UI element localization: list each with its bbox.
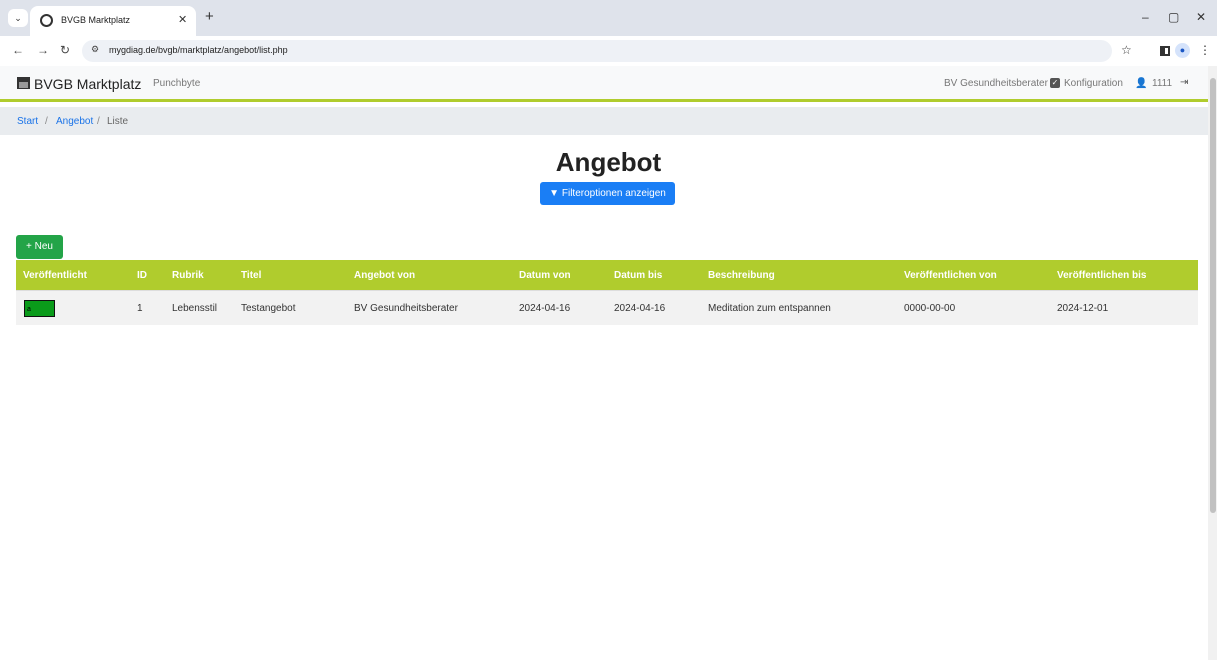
site-info-icon[interactable]: ⚙ bbox=[91, 44, 99, 55]
side-panel-icon[interactable] bbox=[1160, 46, 1170, 56]
scrollbar-thumb[interactable] bbox=[1210, 78, 1216, 513]
nav-punchbyte[interactable]: Punchbyte bbox=[153, 78, 200, 89]
user-icon: 👤 bbox=[1135, 78, 1148, 89]
offer-table: Veröffentlicht ID Rubrik Titel Angebot v… bbox=[16, 260, 1198, 325]
globe-icon bbox=[40, 14, 53, 27]
nav-user-org[interactable]: BV Gesundheitsberater bbox=[944, 78, 1048, 89]
cell-angebot-von: BV Gesundheitsberater bbox=[354, 303, 458, 314]
table-row[interactable]: a 1 Lebensstil Testangebot BV Gesundheit… bbox=[16, 290, 1198, 325]
cell-id: 1 bbox=[137, 303, 143, 314]
star-icon[interactable]: ☆ bbox=[1121, 43, 1132, 57]
column-header[interactable]: Angebot von bbox=[354, 270, 415, 281]
forward-icon[interactable]: → bbox=[37, 43, 49, 57]
column-header[interactable]: Datum bis bbox=[614, 270, 662, 281]
column-header[interactable]: Titel bbox=[241, 270, 261, 281]
tab-search-icon[interactable]: ⌄ bbox=[8, 9, 28, 27]
breadcrumb: Start / Angebot / Liste bbox=[0, 107, 1208, 135]
filter-icon: ▼ bbox=[549, 188, 560, 199]
check-square-icon: ✓ bbox=[1050, 78, 1060, 88]
app-navbar: BVGB Marktplatz Punchbyte BV Gesundheits… bbox=[0, 66, 1208, 102]
new-button-label: Neu bbox=[34, 241, 53, 252]
table-header: Veröffentlicht ID Rubrik Titel Angebot v… bbox=[16, 260, 1198, 290]
filter-options-button[interactable]: ▼ Filteroptionen anzeigen bbox=[540, 182, 675, 205]
url-input[interactable]: ⚙ mygdiag.de/bvgb/marktplatz/angebot/lis… bbox=[82, 40, 1112, 62]
calendar-icon bbox=[17, 77, 30, 89]
filter-button-label: Filteroptionen anzeigen bbox=[561, 188, 666, 199]
column-header[interactable]: Veröffentlicht bbox=[23, 270, 87, 281]
browser-tab-bar: ⌄ BVGB Marktplatz ✕ + – ▢ ✕ bbox=[0, 0, 1217, 36]
plus-icon[interactable]: + bbox=[205, 8, 214, 25]
cell-veroeffentlichen-von: 0000-00-00 bbox=[904, 303, 956, 314]
breadcrumb-current: Liste bbox=[107, 116, 129, 127]
column-header[interactable]: Veröffentlichen bis bbox=[1057, 270, 1146, 281]
profile-icon[interactable]: ● bbox=[1175, 43, 1190, 58]
column-header[interactable]: Veröffentlichen von bbox=[904, 270, 997, 281]
back-icon[interactable]: ← bbox=[12, 43, 24, 57]
cell-titel: Testangebot bbox=[241, 303, 296, 314]
new-button[interactable]: + Neu bbox=[16, 235, 63, 259]
plus-icon: + bbox=[26, 241, 32, 252]
logout-icon[interactable]: ⇥ bbox=[1180, 77, 1188, 88]
close-window-icon[interactable]: ✕ bbox=[1196, 10, 1206, 24]
breadcrumb-separator: / bbox=[45, 116, 48, 127]
address-bar: ← → ↻ ⚙ mygdiag.de/bvgb/marktplatz/angeb… bbox=[0, 36, 1217, 66]
minimize-icon[interactable]: – bbox=[1142, 10, 1149, 24]
reload-icon[interactable]: ↻ bbox=[60, 43, 70, 57]
breadcrumb-start[interactable]: Start bbox=[17, 116, 38, 127]
restore-icon[interactable]: ▢ bbox=[1168, 10, 1179, 24]
column-header[interactable]: Beschreibung bbox=[708, 270, 775, 281]
breadcrumb-separator: / bbox=[97, 116, 100, 127]
breadcrumb-angebot[interactable]: Angebot bbox=[56, 116, 93, 127]
tab-title: BVGB Marktplatz bbox=[61, 15, 131, 25]
cell-rubrik: Lebensstil bbox=[172, 303, 218, 314]
url-text: mygdiag.de/bvgb/marktplatz/angebot/list.… bbox=[109, 45, 288, 55]
published-status-badge[interactable]: a bbox=[24, 300, 55, 317]
more-icon[interactable]: ⋮ bbox=[1199, 43, 1211, 57]
cell-datum-von: 2024-04-16 bbox=[519, 303, 571, 314]
browser-tab[interactable]: BVGB Marktplatz ✕ bbox=[30, 6, 196, 36]
cell-veroeffentlichen-bis: 2024-12-01 bbox=[1057, 303, 1109, 314]
nav-user-id[interactable]: 1111 bbox=[1152, 78, 1172, 89]
column-header[interactable]: ID bbox=[137, 270, 147, 281]
close-icon[interactable]: ✕ bbox=[178, 13, 187, 26]
page-title: Angebot bbox=[555, 147, 662, 177]
column-header[interactable]: Datum von bbox=[519, 270, 571, 281]
cell-beschreibung: Meditation zum entspannen bbox=[708, 303, 831, 314]
nav-configuration[interactable]: Konfiguration bbox=[1064, 78, 1123, 89]
brand-link[interactable]: BVGB Marktplatz bbox=[34, 76, 141, 92]
column-header[interactable]: Rubrik bbox=[172, 270, 204, 281]
cell-datum-bis: 2024-04-16 bbox=[614, 303, 666, 314]
